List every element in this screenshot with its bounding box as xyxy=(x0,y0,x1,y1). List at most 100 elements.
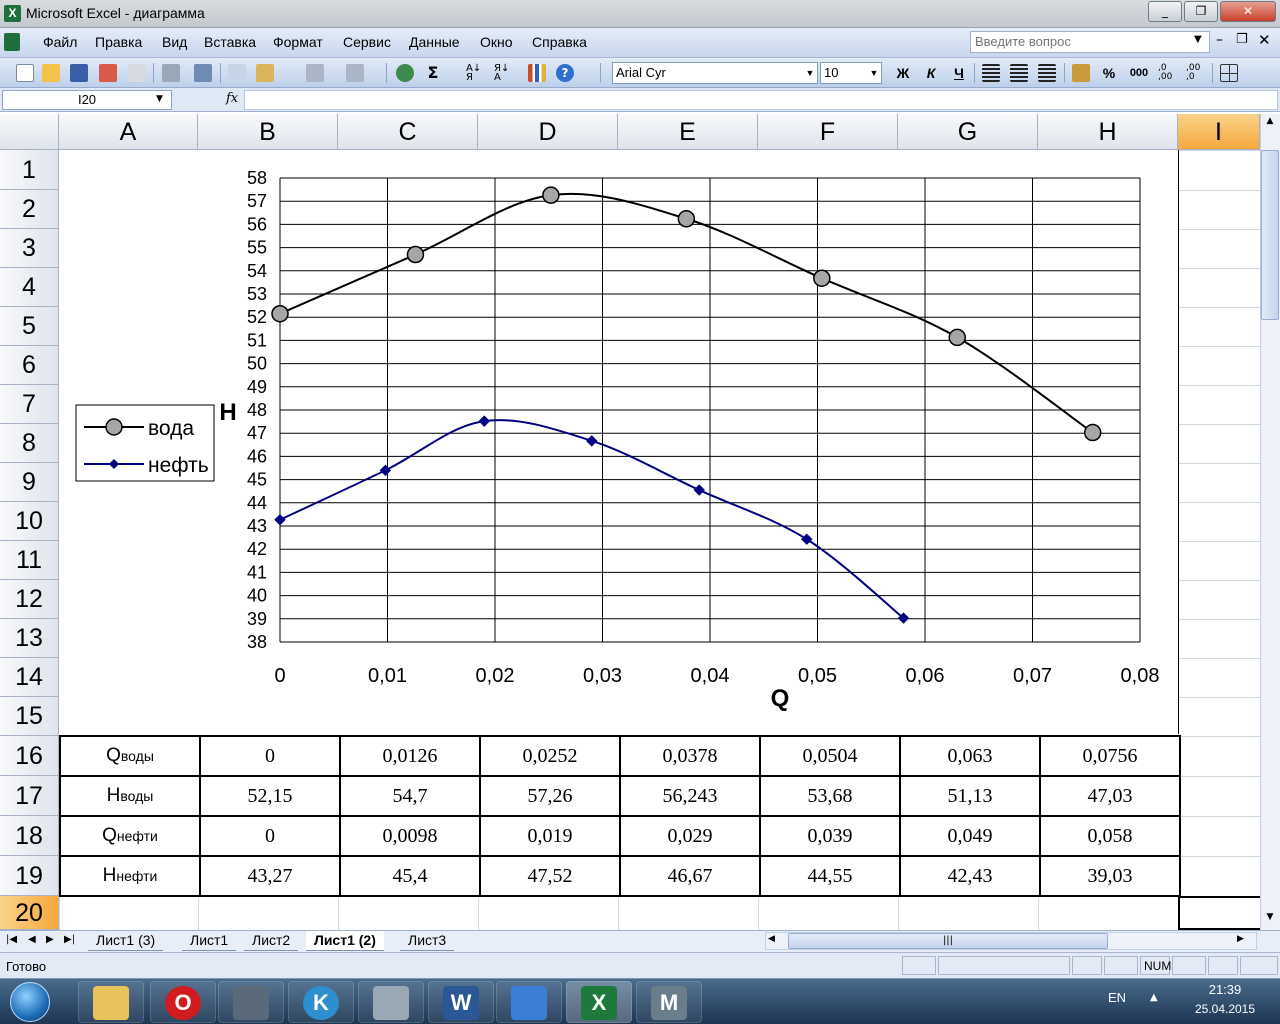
table-cell[interactable]: 0,0252 xyxy=(479,735,621,777)
maximize-button[interactable]: ❐ xyxy=(1184,1,1218,22)
taskbar-kaspersky[interactable]: K xyxy=(288,981,354,1023)
row-header-20[interactable]: 20 xyxy=(0,896,59,930)
column-header-e[interactable]: E xyxy=(618,114,758,150)
row-header-9[interactable]: 9 xyxy=(0,463,59,502)
menu-file[interactable]: Файл xyxy=(43,34,77,50)
vertical-scroll-thumb[interactable] xyxy=(1261,150,1279,320)
table-cell[interactable]: 51,13 xyxy=(899,775,1041,817)
doc-restore-icon[interactable]: ❐ xyxy=(1236,32,1248,47)
bold-button[interactable]: Ж xyxy=(892,62,914,84)
clock-date[interactable]: 25.04.2015 xyxy=(1180,1002,1270,1016)
name-box[interactable]: I20 xyxy=(2,90,172,110)
row-header-3[interactable]: 3 xyxy=(0,229,59,268)
table-cell[interactable]: 0,039 xyxy=(759,815,901,857)
column-header-h[interactable]: H xyxy=(1038,114,1178,150)
chart-area[interactable]: 38 39 40 41 42 43 44 45 46 47 48 49 50 51 52 53 54 55 56 57… xyxy=(59,150,1179,734)
row-label[interactable]: Hнефти xyxy=(59,855,201,897)
permission-icon[interactable] xyxy=(99,64,117,82)
sheet-tab[interactable]: Лист1 (2) xyxy=(306,931,384,951)
currency-icon[interactable] xyxy=(1072,64,1090,82)
table-cell[interactable]: 47,52 xyxy=(479,855,621,897)
table-cell[interactable]: 39,03 xyxy=(1039,855,1181,897)
font-size-select[interactable]: 10 ▼ xyxy=(820,62,882,84)
ask-question-input[interactable]: Введите вопрос xyxy=(970,31,1210,53)
active-cell[interactable] xyxy=(1178,896,1260,930)
table-cell[interactable]: 45,4 xyxy=(339,855,481,897)
row-header-16[interactable]: 16 xyxy=(0,736,59,776)
namebox-dropdown-icon[interactable]: ▼ xyxy=(156,94,163,104)
minimize-button[interactable]: _ xyxy=(1148,1,1182,22)
row-header-17[interactable]: 17 xyxy=(0,776,59,816)
taskbar-word[interactable]: W xyxy=(428,981,494,1023)
table-cell[interactable]: 0,0126 xyxy=(339,735,481,777)
function-icon[interactable]: fx xyxy=(226,91,238,106)
table-cell[interactable]: 0,0504 xyxy=(759,735,901,777)
decrease-decimal-icon[interactable]: ,00,0 xyxy=(1186,64,1204,82)
row-header-1[interactable]: 1 xyxy=(0,150,59,190)
close-button[interactable]: ✕ xyxy=(1220,1,1276,22)
redo-icon[interactable] xyxy=(346,64,364,82)
taskbar-calculator[interactable] xyxy=(358,981,424,1023)
row-header-10[interactable]: 10 xyxy=(0,502,59,541)
increase-decimal-icon[interactable]: ,0,00 xyxy=(1158,64,1176,82)
menu-format[interactable]: Формат xyxy=(273,34,323,50)
clock-time[interactable]: 21:39 xyxy=(1190,982,1260,997)
taskbar-opera[interactable]: O xyxy=(150,981,216,1023)
align-left-icon[interactable] xyxy=(982,64,1000,82)
row-label[interactable]: Qнефти xyxy=(59,815,201,857)
open-icon[interactable] xyxy=(42,64,60,82)
table-cell[interactable]: 0,058 xyxy=(1039,815,1181,857)
table-cell[interactable]: 0,019 xyxy=(479,815,621,857)
ask-dropdown-icon[interactable]: ▼ xyxy=(1194,34,1202,45)
horizontal-scroll-thumb[interactable]: ||| xyxy=(788,933,1108,949)
menu-window[interactable]: Окно xyxy=(480,34,513,50)
menu-edit[interactable]: Правка xyxy=(95,34,142,50)
table-cell[interactable]: 43,27 xyxy=(199,855,341,897)
taskbar-excel[interactable]: X xyxy=(566,981,632,1023)
hyperlink-icon[interactable] xyxy=(396,64,414,82)
table-cell[interactable]: 42,43 xyxy=(899,855,1041,897)
start-button[interactable] xyxy=(10,982,50,1022)
menu-tools[interactable]: Сервис xyxy=(343,34,391,50)
taskbar-explorer[interactable] xyxy=(78,981,144,1023)
table-cell[interactable]: 57,26 xyxy=(479,775,621,817)
row-header-14[interactable]: 14 xyxy=(0,658,59,697)
sort-desc-icon[interactable]: Я↓ А xyxy=(494,64,512,83)
sort-asc-icon[interactable]: А↓ Я xyxy=(466,64,484,83)
taskbar-mathcad[interactable]: M xyxy=(636,981,702,1023)
row-header-15[interactable]: 15 xyxy=(0,697,59,736)
column-header-f[interactable]: F xyxy=(758,114,898,150)
table-cell[interactable]: 52,15 xyxy=(199,775,341,817)
column-header-c[interactable]: C xyxy=(338,114,478,150)
sheet-tab[interactable]: Лист2 xyxy=(244,931,299,951)
row-header-12[interactable]: 12 xyxy=(0,580,59,619)
table-cell[interactable]: 44,55 xyxy=(759,855,901,897)
align-right-icon[interactable] xyxy=(1038,64,1056,82)
table-cell[interactable]: 56,243 xyxy=(619,775,761,817)
scroll-up-icon[interactable]: ▲ xyxy=(1262,116,1278,132)
preview-icon[interactable] xyxy=(194,64,212,82)
table-cell[interactable]: 54,7 xyxy=(339,775,481,817)
row-header-6[interactable]: 6 xyxy=(0,346,59,385)
taskbar-paint[interactable] xyxy=(496,981,562,1023)
table-cell[interactable]: 0,0098 xyxy=(339,815,481,857)
borders-icon[interactable] xyxy=(1220,64,1238,82)
email-icon[interactable] xyxy=(128,64,146,82)
table-cell[interactable]: 53,68 xyxy=(759,775,901,817)
menu-help[interactable]: Справка xyxy=(532,34,587,50)
table-cell[interactable]: 0,049 xyxy=(899,815,1041,857)
row-header-4[interactable]: 4 xyxy=(0,268,59,307)
menu-insert[interactable]: Вставка xyxy=(204,34,256,50)
row-header-5[interactable]: 5 xyxy=(0,307,59,346)
underline-button[interactable]: Ч xyxy=(948,62,970,84)
table-cell[interactable]: 0 xyxy=(199,815,341,857)
row-header-13[interactable]: 13 xyxy=(0,619,59,658)
row-header-8[interactable]: 8 xyxy=(0,424,59,463)
sheet-tab[interactable]: Лист1 xyxy=(182,931,237,951)
italic-button[interactable]: К xyxy=(920,62,942,84)
column-header-i[interactable]: I xyxy=(1178,114,1260,150)
table-cell[interactable]: 0,063 xyxy=(899,735,1041,777)
scroll-down-icon[interactable]: ▼ xyxy=(1262,912,1278,928)
column-header-g[interactable]: G xyxy=(898,114,1038,150)
taskbar-computer[interactable] xyxy=(218,981,284,1023)
